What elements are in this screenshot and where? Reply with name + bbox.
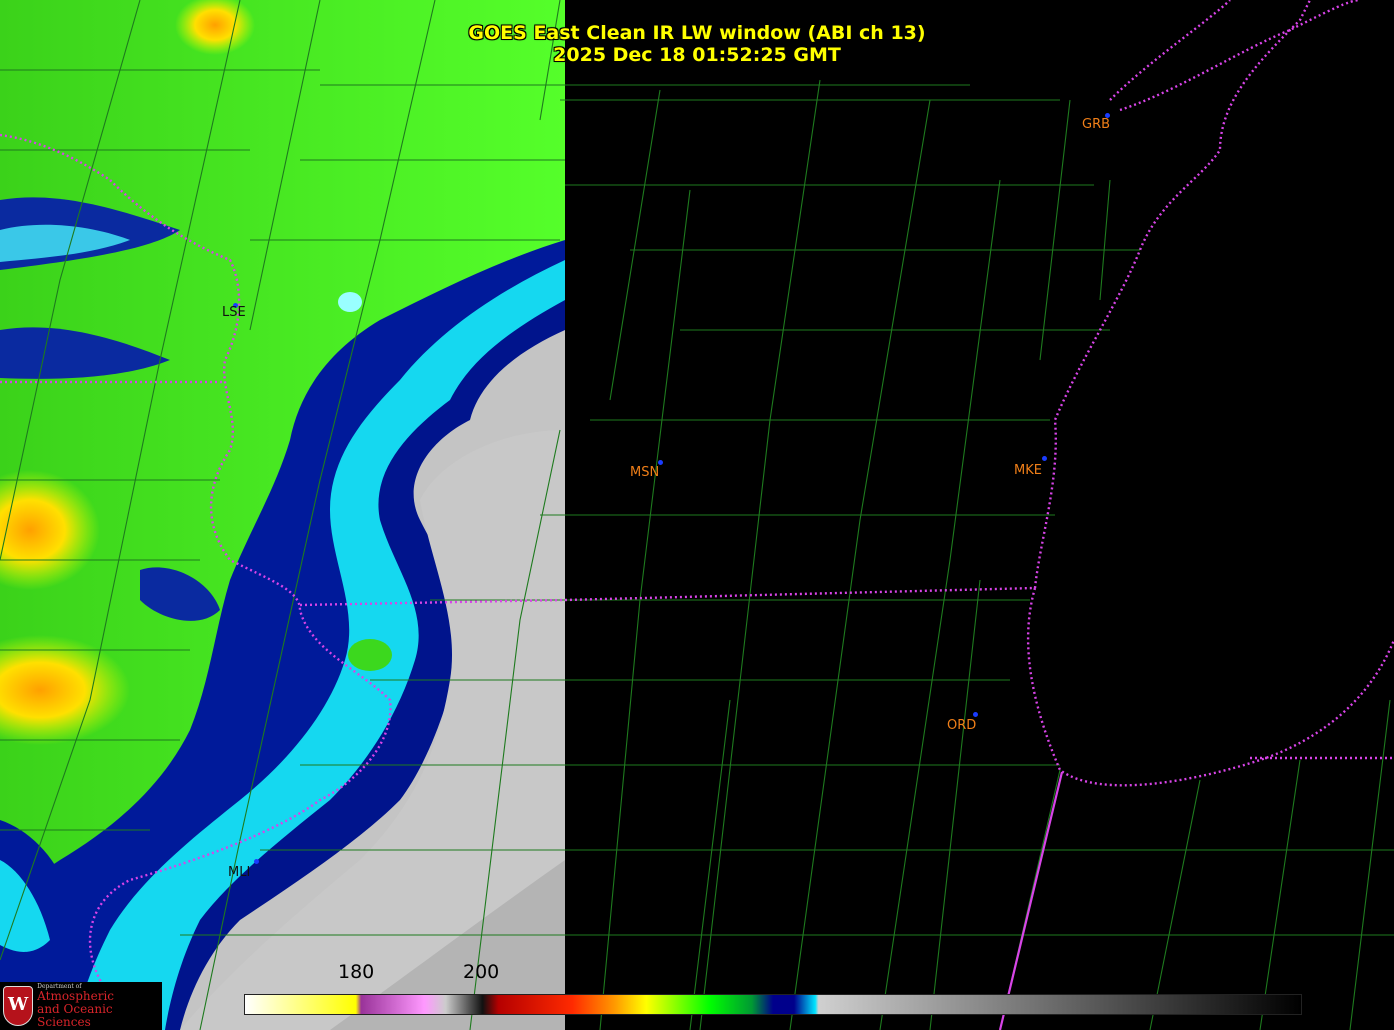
map-title: GOES East Clean IR LW window (ABI ch 13) [468, 22, 926, 44]
map-timestamp: 2025 Dec 18 01:52:25 GMT [553, 44, 841, 66]
colorbar-tick-200: 200 [463, 961, 500, 983]
station-dot-ord [973, 712, 978, 717]
station-label-mli: MLI [228, 865, 251, 880]
logo-text: Department of Atmospheric and Oceanic Sc… [37, 983, 162, 1029]
logo-line2: and Oceanic Sciences [37, 1002, 113, 1029]
station-label-mke: MKE [1014, 463, 1042, 478]
station-label-grb: GRB [1082, 117, 1111, 132]
station-label-ord: ORD [947, 718, 977, 733]
aos-logo: W Department of Atmospheric and Oceanic … [0, 982, 162, 1030]
station-dot-mli [254, 859, 259, 864]
ir-imagery [0, 0, 565, 1030]
station-dot-mke [1042, 456, 1047, 461]
satellite-map [0, 0, 1394, 1030]
colorbar-tick-180: 180 [338, 961, 375, 983]
station-label-msn: MSN [630, 465, 660, 480]
station-label-lse: LSE [222, 305, 246, 320]
uw-crest-icon: W [3, 986, 34, 1026]
colorbar [244, 994, 1302, 1015]
